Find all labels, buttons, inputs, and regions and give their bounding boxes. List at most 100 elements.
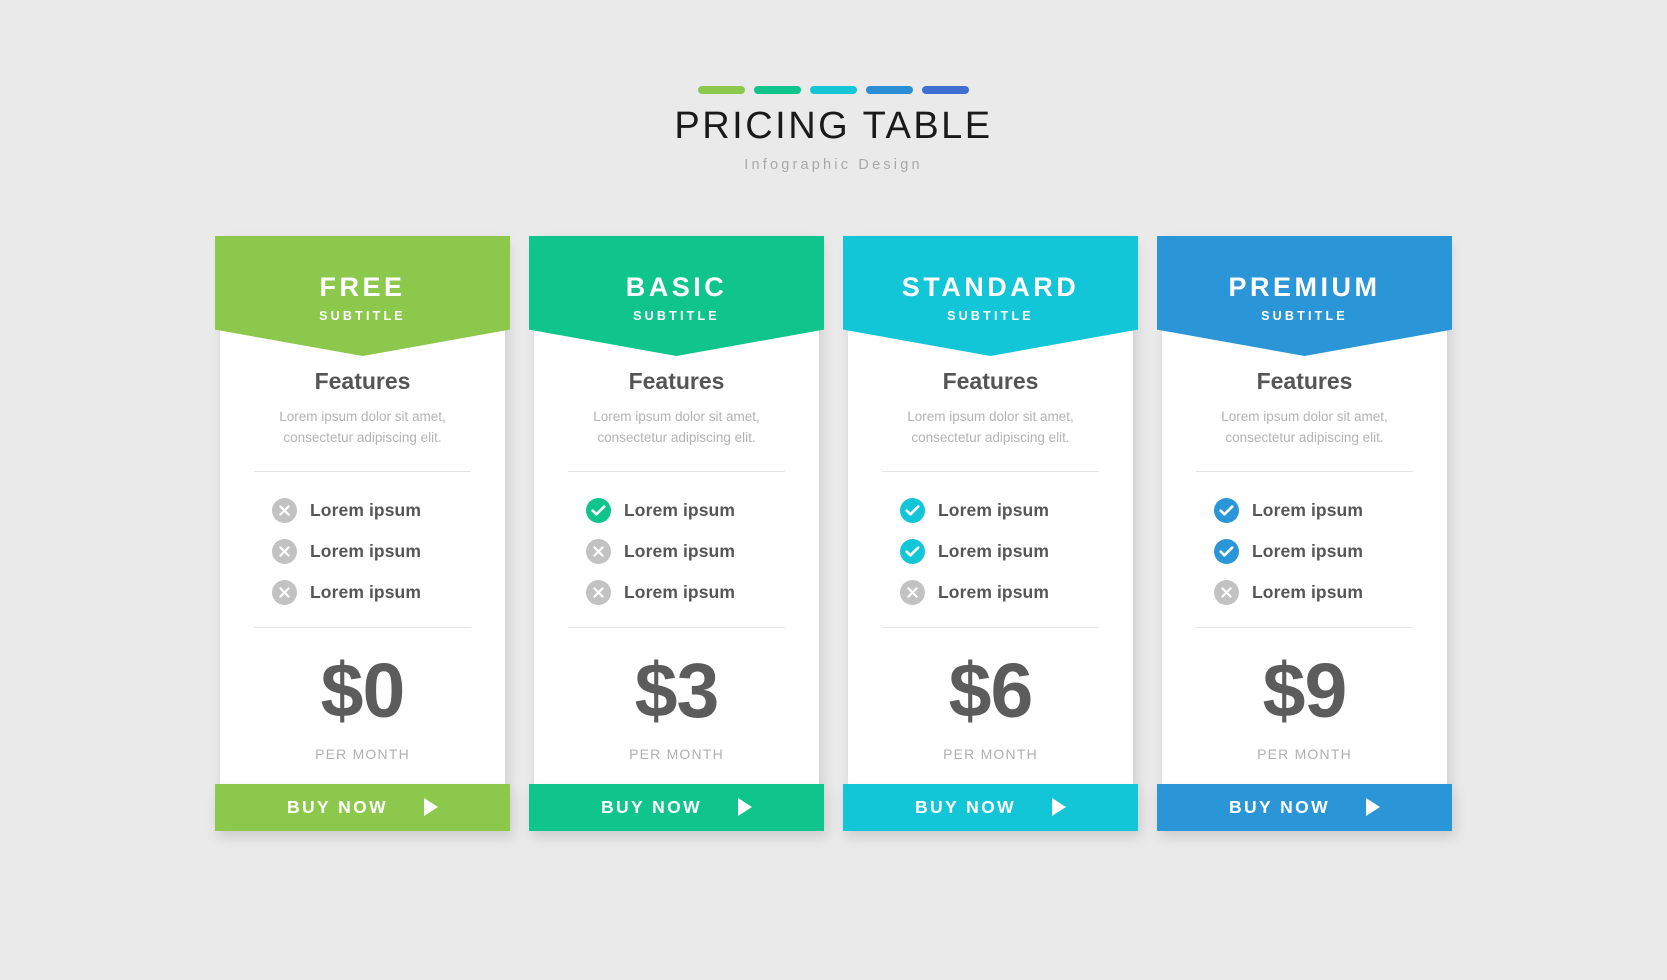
x-circle-icon [586,538,611,564]
feature-item: Lorem ipsum [900,531,1133,572]
card-body: PREMIUM SUBTITLE Features Lorem ipsum dolor… [1157,236,1452,784]
plan-name: STANDARD [901,272,1080,302]
divider-top [254,470,471,472]
plan-name: BASIC [625,272,728,302]
feature-label: Lorem ipsum [1252,581,1363,602]
x-circle-icon [900,579,925,605]
buy-now-label: BUY NOW [1228,796,1331,817]
plan-subtitle: SUBTITLE [633,309,720,323]
plan-period: PER MONTH [629,745,724,762]
card-body: FREE SUBTITLE Features Lorem ipsum dolor si… [215,236,510,784]
card-header-free: FREE SUBTITLE [215,236,510,356]
x-circle-icon [1214,579,1239,605]
feature-item: Lorem ipsum [586,572,819,613]
buy-now-label: BUY NOW [600,796,703,817]
buy-now-button-basic[interactable]: BUY NOW [529,783,824,831]
accent-bar-1 [698,86,745,94]
divider-top [882,470,1099,472]
plan-price: $3 [634,647,720,734]
check-circle-icon [1214,538,1239,564]
page-header: PRICING TABLE Infographic Design [0,86,1667,173]
accent-bar-3 [810,86,857,94]
feature-list: Lorem ipsum Lorem ipsum Lorem ipsum [848,490,1133,613]
pricing-card-premium: PREMIUM SUBTITLE Features Lorem ipsum dolor… [1157,236,1452,831]
feature-item: Lorem ipsum [272,490,505,531]
x-circle-icon [586,579,611,605]
feature-item: Lorem ipsum [900,490,1133,531]
feature-item: Lorem ipsum [586,490,819,531]
buy-now-button-standard[interactable]: BUY NOW [843,783,1138,831]
card-header-standard: STANDARD SUBTITLE [843,236,1138,356]
check-circle-icon [586,497,611,523]
plan-period: PER MONTH [943,745,1038,762]
plan-name: PREMIUM [1228,272,1381,302]
accent-bar-2 [754,86,801,94]
play-arrow-icon [1366,798,1381,817]
divider-bottom [254,626,471,628]
feature-list: Lorem ipsum Lorem ipsum Lorem ipsum [1162,490,1447,613]
buy-now-label: BUY NOW [914,796,1017,817]
features-description: Lorem ipsum dolor sit amet, consectetur … [907,409,1074,445]
feature-label: Lorem ipsum [624,540,735,561]
divider-bottom [568,626,785,628]
feature-label: Lorem ipsum [624,499,735,520]
plan-subtitle: SUBTITLE [947,309,1034,323]
plan-price: $9 [1262,647,1348,734]
feature-item: Lorem ipsum [1214,490,1447,531]
feature-item: Lorem ipsum [1214,531,1447,572]
divider-top [568,470,785,472]
x-circle-icon [272,538,297,564]
plan-period: PER MONTH [315,745,410,762]
page-title: PRICING TABLE [674,105,993,147]
card-body: BASIC SUBTITLE Features Lorem ipsum dolor s… [529,236,824,784]
features-heading: Features [628,368,725,394]
check-circle-icon [1214,497,1239,523]
x-circle-icon [272,579,297,605]
pricing-card-standard: STANDARD SUBTITLE Features Lorem ipsum dolo… [843,236,1138,831]
feature-label: Lorem ipsum [938,581,1049,602]
feature-label: Lorem ipsum [1252,540,1363,561]
features-heading: Features [314,368,411,394]
feature-label: Lorem ipsum [1252,499,1363,520]
plan-name: FREE [319,272,406,302]
feature-item: Lorem ipsum [272,572,505,613]
divider-top [1196,470,1413,472]
feature-label: Lorem ipsum [938,540,1049,561]
buy-now-button-free[interactable]: BUY NOW [215,783,510,831]
pricing-card-free: FREE SUBTITLE Features Lorem ipsum dolor si… [215,236,510,831]
pricing-cards-row: FREE SUBTITLE Features Lorem ipsum dolor si… [0,236,1667,831]
x-circle-icon [272,497,297,523]
buy-now-label: BUY NOW [286,796,389,817]
buy-now-button-premium[interactable]: BUY NOW [1157,783,1452,831]
feature-label: Lorem ipsum [310,499,421,520]
feature-item: Lorem ipsum [1214,572,1447,613]
play-arrow-icon [1052,798,1067,817]
feature-item: Lorem ipsum [272,531,505,572]
feature-label: Lorem ipsum [310,540,421,561]
card-header-basic: BASIC SUBTITLE [529,236,824,356]
features-heading: Features [942,368,1039,394]
play-arrow-icon [424,798,439,817]
feature-list: Lorem ipsum Lorem ipsum Lorem ipsum [534,490,819,613]
features-description: Lorem ipsum dolor sit amet, consectetur … [279,409,446,445]
plan-period: PER MONTH [1257,745,1352,762]
accent-bar-5 [922,86,969,94]
plan-price: $0 [320,647,406,734]
page-subtitle: Infographic Design [744,156,923,173]
accent-bar-group [0,86,1667,94]
check-circle-icon [900,497,925,523]
check-circle-icon [900,538,925,564]
card-header-premium: PREMIUM SUBTITLE [1157,236,1452,356]
plan-subtitle: SUBTITLE [1261,309,1348,323]
features-description: Lorem ipsum dolor sit amet, consectetur … [1221,409,1388,445]
feature-list: Lorem ipsum Lorem ipsum Lorem ipsum [220,490,505,613]
plan-subtitle: SUBTITLE [319,309,406,323]
pricing-card-basic: BASIC SUBTITLE Features Lorem ipsum dolor s… [529,236,824,831]
plan-price: $6 [948,647,1034,734]
accent-bar-4 [866,86,913,94]
play-arrow-icon [738,798,753,817]
divider-bottom [882,626,1099,628]
feature-item: Lorem ipsum [586,531,819,572]
feature-label: Lorem ipsum [624,581,735,602]
features-description: Lorem ipsum dolor sit amet, consectetur … [593,409,760,445]
